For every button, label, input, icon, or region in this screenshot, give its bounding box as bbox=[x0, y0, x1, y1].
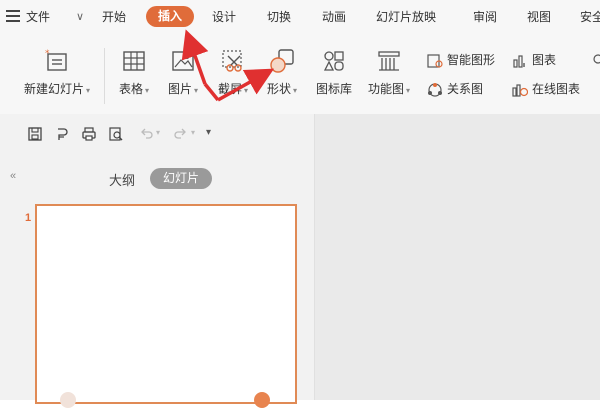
print-preview-icon[interactable] bbox=[108, 126, 124, 142]
new-slide-label: 新建幻灯片 bbox=[23, 82, 84, 96]
tab-home[interactable]: 开始 bbox=[102, 9, 126, 25]
editing-area[interactable] bbox=[315, 114, 600, 400]
slide-animation-icon[interactable] bbox=[60, 392, 76, 408]
tab-review[interactable]: 审阅 bbox=[473, 9, 497, 25]
relation-chart-icon bbox=[428, 82, 442, 97]
shape-button[interactable]: 形状 ▾ bbox=[262, 48, 302, 97]
picture-label: 图片 bbox=[167, 82, 192, 96]
file-menu[interactable]: 文件 bbox=[26, 9, 50, 25]
chevron-down-icon[interactable]: ∨ bbox=[76, 10, 84, 23]
tab-security[interactable]: 安全 bbox=[580, 9, 600, 25]
link-icon bbox=[593, 54, 600, 64]
table-icon bbox=[123, 51, 145, 71]
smart-art-label: 智能图形 bbox=[447, 53, 496, 67]
redo-icon[interactable] bbox=[173, 126, 189, 142]
chart-label: 图表 bbox=[532, 53, 557, 67]
menu-bar: 文件 ∨ 开始 插入 设计 切换 动画 幻灯片放映 审阅 视图 安全 bbox=[0, 0, 600, 36]
online-chart-button[interactable]: 在线图表 bbox=[512, 80, 580, 98]
picture-button[interactable]: 图片 ▾ bbox=[163, 48, 203, 97]
online-chart-label: 在线图表 bbox=[532, 82, 581, 96]
screenshot-label: 截屏 bbox=[217, 82, 242, 96]
undo-icon[interactable] bbox=[138, 126, 154, 142]
redo-dropdown-icon[interactable]: ▾ bbox=[191, 128, 195, 137]
slide-thumbnail[interactable] bbox=[35, 204, 297, 404]
online-chart-icon bbox=[512, 84, 529, 97]
ribbon-separator bbox=[104, 48, 105, 104]
function-chart-button[interactable]: 功能图 ▾ bbox=[364, 48, 414, 97]
tab-design[interactable]: 设计 bbox=[212, 9, 236, 25]
save-icon[interactable] bbox=[27, 126, 43, 142]
slide-number: 1 bbox=[25, 212, 32, 224]
relation-chart-label: 关系图 bbox=[447, 82, 484, 96]
menu-icon[interactable] bbox=[6, 10, 20, 22]
relation-chart-button[interactable]: 关系图 bbox=[427, 80, 483, 98]
shape-label: 形状 bbox=[266, 82, 291, 96]
new-slide-button[interactable]: * 新建幻灯片 ▾ bbox=[16, 48, 98, 97]
collapse-panel-icon[interactable]: « bbox=[10, 170, 16, 182]
tab-slideshow[interactable]: 幻灯片放映 bbox=[376, 9, 436, 25]
icon-library-label: 图标库 bbox=[315, 82, 352, 96]
picture-icon bbox=[172, 51, 194, 71]
ribbon-overflow-icon[interactable] bbox=[592, 51, 600, 67]
bar-chart-icon bbox=[513, 55, 525, 68]
function-chart-icon bbox=[378, 51, 400, 71]
new-slide-icon: * bbox=[45, 49, 67, 71]
table-button[interactable]: 表格 ▾ bbox=[114, 48, 154, 97]
smart-art-button[interactable]: 智能图形 bbox=[427, 51, 495, 69]
output-icon[interactable] bbox=[54, 126, 70, 142]
tab-slides[interactable]: 幻灯片 bbox=[150, 168, 212, 189]
tab-animations[interactable]: 动画 bbox=[322, 9, 346, 25]
screenshot-button[interactable]: 截屏 ▾ bbox=[213, 48, 253, 97]
table-label: 表格 bbox=[118, 82, 143, 96]
smart-art-icon bbox=[427, 54, 443, 68]
chart-button[interactable]: 图表 bbox=[512, 51, 556, 69]
shape-icon bbox=[270, 49, 294, 73]
print-icon[interactable] bbox=[81, 126, 97, 142]
svg-text:*: * bbox=[45, 49, 50, 59]
undo-dropdown-icon[interactable]: ▾ bbox=[156, 128, 160, 137]
tab-insert[interactable]: 插入 bbox=[146, 6, 194, 27]
add-slide-icon[interactable] bbox=[254, 392, 270, 408]
icon-library-icon bbox=[323, 51, 344, 71]
quick-access-toolbar: ▾ ▾ ▾ bbox=[0, 114, 314, 154]
tab-outline[interactable]: 大纲 bbox=[109, 170, 135, 189]
scissors-icon bbox=[222, 50, 242, 72]
function-chart-label: 功能图 bbox=[367, 82, 404, 96]
tab-transitions[interactable]: 切换 bbox=[267, 9, 291, 25]
customize-toolbar-icon[interactable]: ▾ bbox=[206, 127, 211, 138]
icon-library-button[interactable]: 图标库 bbox=[312, 48, 356, 97]
tab-view[interactable]: 视图 bbox=[527, 9, 551, 25]
